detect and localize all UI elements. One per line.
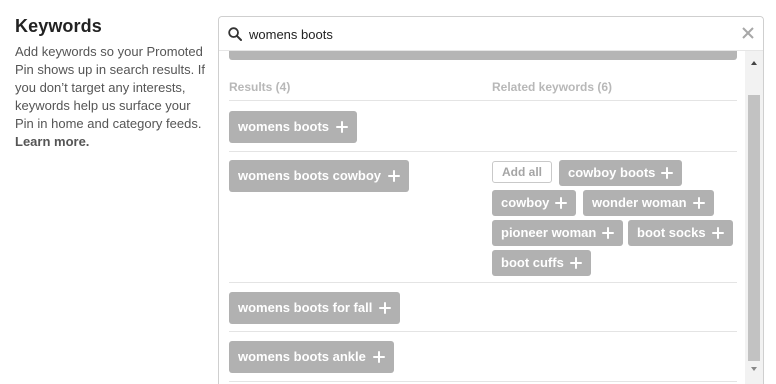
divider: [229, 331, 737, 332]
plus-icon: [336, 121, 349, 133]
pill-label: boot cuffs: [501, 255, 564, 270]
add-all-button[interactable]: Add all: [492, 161, 553, 183]
result-keyword-pill[interactable]: womens boots cowboy: [229, 160, 410, 192]
close-icon[interactable]: [740, 25, 756, 41]
plus-icon: [602, 227, 615, 239]
divider: [229, 151, 737, 152]
related-keyword-pill[interactable]: wonder woman: [583, 190, 714, 216]
divider: [229, 381, 737, 382]
related-keywords-header: Related keywords (6): [492, 80, 613, 94]
description-text: Add keywords so your Promoted Pin shows …: [15, 44, 206, 131]
related-keyword-pill[interactable]: cowboy boots: [559, 160, 683, 186]
plus-icon: [555, 197, 568, 209]
plus-icon: [388, 170, 401, 182]
pill-label: womens boots ankle: [238, 349, 366, 364]
previous-row-remnant: [229, 51, 737, 60]
search-input[interactable]: [249, 24, 709, 44]
keywords-description: Add keywords so your Promoted Pin shows …: [15, 43, 207, 151]
keywords-sidebar: Keywords Add keywords so your Promoted P…: [15, 16, 207, 151]
pill-label: wonder woman: [592, 195, 687, 210]
plus-icon: [569, 257, 582, 269]
scroll-thumb[interactable]: [748, 95, 760, 361]
result-keyword-pill[interactable]: womens boots: [229, 111, 358, 143]
pill-label: cowboy boots: [568, 165, 656, 180]
result-keyword-pill[interactable]: womens boots ankle: [229, 341, 394, 373]
related-keyword-pill[interactable]: pioneer woman: [492, 220, 624, 246]
divider: [229, 100, 737, 101]
pill-label: cowboy: [501, 195, 550, 210]
results-header: Results (4): [229, 80, 291, 94]
plus-icon: [372, 351, 385, 363]
plus-icon: [692, 197, 705, 209]
pill-label: womens boots cowboy: [238, 168, 382, 183]
scroll-down-arrow-icon[interactable]: [751, 367, 757, 371]
pill-label: pioneer woman: [501, 225, 597, 240]
pill-label: womens boots for fall: [238, 300, 373, 315]
plus-icon: [661, 167, 674, 179]
result-keyword-pill[interactable]: womens boots for fall: [229, 292, 401, 324]
search-bar: [219, 17, 763, 51]
pill-label: womens boots: [238, 119, 330, 134]
plus-icon: [711, 227, 724, 239]
related-keyword-pill[interactable]: boot socks: [628, 220, 733, 246]
search-icon: [228, 27, 242, 41]
related-keyword-pill[interactable]: cowboy: [492, 190, 577, 216]
keywords-panel: Results (4) Related keywords (6) womens …: [218, 16, 764, 384]
keywords-title: Keywords: [15, 16, 102, 36]
pill-label: boot socks: [637, 225, 706, 240]
learn-more-link[interactable]: Learn more.: [15, 134, 89, 149]
scroll-up-arrow-icon[interactable]: [751, 61, 757, 65]
results-scroll-area: Results (4) Related keywords (6) womens …: [219, 51, 747, 384]
vertical-scrollbar[interactable]: [745, 51, 763, 384]
related-keyword-pill[interactable]: boot cuffs: [492, 250, 591, 276]
plus-icon: [379, 302, 392, 314]
divider: [229, 282, 737, 283]
